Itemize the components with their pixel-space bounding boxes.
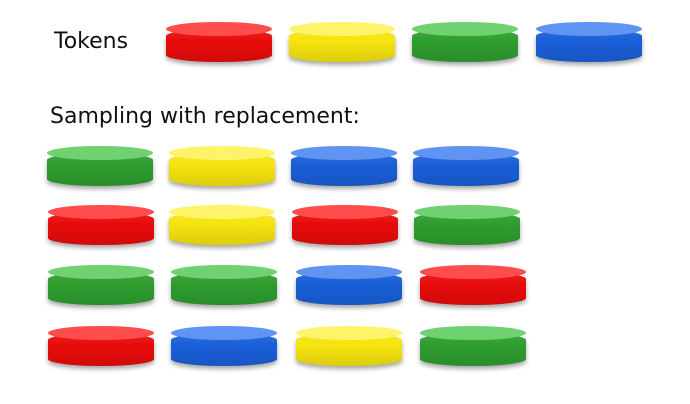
token-yellow: [289, 22, 395, 62]
token-green: [412, 22, 518, 62]
sample-row2-token-red: [292, 205, 398, 245]
sample-row1-token-blue: [413, 146, 519, 186]
sample-row2-token-green: [414, 205, 520, 245]
sample-row4-token-blue: [171, 326, 277, 366]
token-blue: [536, 22, 642, 62]
sample-row3-token-red: [420, 265, 526, 305]
sample-row1-token-blue: [291, 146, 397, 186]
sample-row2-token-yellow: [169, 205, 275, 245]
sample-row3-token-blue: [296, 265, 402, 305]
sampling-label: Sampling with replacement:: [50, 104, 360, 129]
sample-row4-token-yellow: [296, 326, 402, 366]
sample-row1-token-yellow: [169, 146, 275, 186]
sample-row2-token-red: [48, 205, 154, 245]
sample-row4-token-green: [420, 326, 526, 366]
token-red: [166, 22, 272, 62]
sample-row3-token-green: [48, 265, 154, 305]
sample-row4-token-red: [48, 326, 154, 366]
sample-row1-token-green: [47, 146, 153, 186]
tokens-label: Tokens: [54, 29, 129, 54]
sample-row3-token-green: [171, 265, 277, 305]
